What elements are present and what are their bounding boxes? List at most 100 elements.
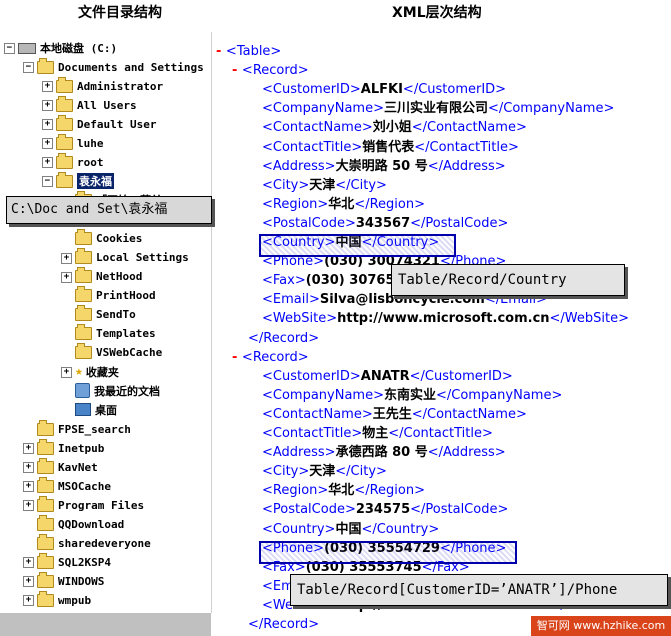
tree-item[interactable]: + root <box>42 152 104 171</box>
xml-value: 234575 <box>355 502 411 518</box>
tree-item-label: Administrator <box>77 79 164 93</box>
phone-highlight <box>259 541 517 564</box>
expand-icon[interactable]: + <box>42 138 53 150</box>
tree-item-label: NetHood <box>96 270 143 284</box>
tree-item[interactable]: + WINDOWS <box>23 571 105 590</box>
xml-line: <Address>大崇明路 50 号</Address> <box>262 157 506 176</box>
right-title: XML层次结构 <box>392 5 482 21</box>
tree-item[interactable]: − 袁永福 <box>42 171 114 190</box>
expand-icon[interactable]: + <box>23 557 34 569</box>
folder-icon <box>75 286 92 303</box>
tree-item[interactable]: + wmpub <box>23 590 91 609</box>
folder-icon <box>75 248 92 265</box>
expand-icon[interactable]: + <box>23 500 34 512</box>
xml-close-tag: </PostalCode> <box>410 215 509 231</box>
tree-item[interactable]: + KavNet <box>23 457 98 476</box>
tree-item[interactable]: Cookies <box>75 229 142 248</box>
folder-icon <box>37 590 54 607</box>
tree-item[interactable]: − 本地磁盘 (C:) <box>4 39 117 57</box>
collapse-icon[interactable]: - <box>232 350 242 365</box>
xml-value: 大崇明路 50 号 <box>335 158 428 174</box>
expand-icon[interactable]: + <box>42 119 53 131</box>
xml-open-tag: <Address> <box>262 445 336 461</box>
xml-line: </Record> <box>248 329 319 348</box>
expand-icon[interactable]: + <box>42 100 53 112</box>
expand-icon[interactable]: + <box>61 366 72 378</box>
expand-icon[interactable]: + <box>23 481 34 493</box>
expand-icon[interactable]: + <box>23 576 34 588</box>
expand-icon[interactable]: + <box>61 252 72 264</box>
tree-item[interactable]: sharedeveryone <box>37 533 151 552</box>
xml-line: <Region>华北</Region> <box>262 481 425 500</box>
tree-item-label: All Users <box>77 98 137 112</box>
tree-item[interactable]: + SQL2KSP4 <box>23 552 111 571</box>
xml-value: 刘小姐 <box>372 120 412 136</box>
tree-item[interactable]: + Administrator <box>42 76 164 95</box>
tree-item[interactable]: FPSE_search <box>37 419 131 438</box>
xml-open-tag: <Fax> <box>262 273 306 289</box>
tree-item[interactable]: + Inetpub <box>23 438 104 457</box>
collapse-icon[interactable]: - <box>216 44 226 59</box>
xml-open-tag: <CompanyName> <box>262 101 384 117</box>
expand-icon[interactable]: + <box>23 595 34 607</box>
xml-line: <Country>中国</Country> <box>262 520 439 539</box>
xml-close-tag: </WebSite> <box>549 311 629 327</box>
xml-open-tag: <Address> <box>262 158 336 174</box>
xml-open-tag: <City> <box>262 464 310 480</box>
xml-value: 天津 <box>309 464 336 480</box>
tree-item[interactable]: + luhe <box>42 133 104 152</box>
tree-item-label: Local Settings <box>96 251 189 265</box>
xml-open-tag: </Record> <box>248 330 320 346</box>
tree-item[interactable]: PrintHood <box>75 286 156 305</box>
xml-open-tag: <CustomerID> <box>262 368 361 384</box>
tree-panel-bottom <box>0 613 211 636</box>
expand-icon[interactable]: + <box>42 157 53 169</box>
xml-open-tag: <City> <box>262 177 310 193</box>
recent-docs-icon <box>75 383 90 399</box>
xml-line: <CustomerID>ALFKI</CustomerID> <box>262 80 506 99</box>
xml-line: <CompanyName>东南实业</CompanyName> <box>262 386 562 405</box>
xml-close-tag: </Country> <box>361 521 440 537</box>
xml-close-tag: </City> <box>335 177 387 193</box>
desktop-icon <box>75 403 91 417</box>
expand-icon[interactable]: + <box>23 443 34 455</box>
collapse-icon[interactable]: − <box>23 62 34 74</box>
folder-icon <box>37 514 54 531</box>
collapse-icon[interactable]: − <box>42 176 53 188</box>
tree-item[interactable]: + Local Settings <box>61 248 189 267</box>
xml-line: <WebSite>http://www.microsoft.com.cn</We… <box>262 309 629 328</box>
tree-item[interactable]: + All Users <box>42 95 137 114</box>
xml-value: 华北 <box>328 483 355 499</box>
tree-item[interactable]: Templates <box>75 324 156 343</box>
expand-icon[interactable]: + <box>23 462 34 474</box>
collapse-icon[interactable]: − <box>4 43 15 54</box>
folder-icon <box>56 152 73 169</box>
collapse-icon[interactable]: - <box>232 63 242 78</box>
tree-item[interactable]: + ★ 收藏夹 <box>61 363 119 381</box>
xml-value: http://www.microsoft.com.cn <box>337 311 550 327</box>
tree-item[interactable]: 桌面 <box>75 401 117 419</box>
tree-item[interactable]: 我最近的文档 <box>75 382 160 400</box>
tree-item-label: WINDOWS <box>58 574 105 588</box>
xml-close-tag: </ContactName> <box>411 120 527 136</box>
xml-line: <CompanyName>三川实业有限公司</CompanyName> <box>262 99 614 118</box>
xml-close-tag: </City> <box>335 464 387 480</box>
tree-item[interactable]: − Documents and Settings <box>23 57 204 76</box>
tree-item[interactable]: VSWebCache <box>75 343 162 362</box>
tree-item[interactable]: QQDownload <box>37 514 124 533</box>
xml-value: ALFKI <box>360 82 403 98</box>
tree-item[interactable]: SendTo <box>75 305 136 324</box>
folder-icon <box>37 57 54 74</box>
tree-item[interactable]: + Program Files <box>23 495 144 514</box>
tree-item[interactable]: + Default User <box>42 114 156 133</box>
xml-line: <ContactTitle>销售代表</ContactTitle> <box>262 138 519 157</box>
expand-icon[interactable]: + <box>61 271 72 283</box>
tree-item[interactable]: + MSOCache <box>23 476 111 495</box>
tree-item[interactable]: + NetHood <box>61 267 143 286</box>
xml-line: <City>天津</City> <box>262 176 387 195</box>
favorites-icon: ★ <box>75 364 83 380</box>
expand-icon[interactable]: + <box>42 81 53 93</box>
xml-open-tag: <Region> <box>262 196 329 212</box>
xml-value: 物主 <box>362 426 389 441</box>
xml-close-tag: </CustomerID> <box>402 82 507 98</box>
